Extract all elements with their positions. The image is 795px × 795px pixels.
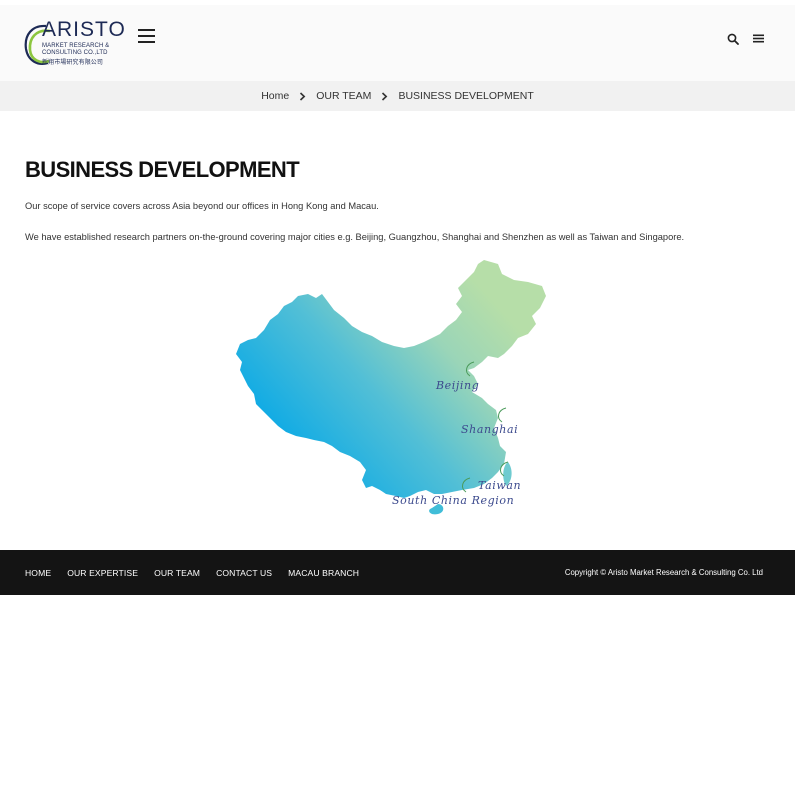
breadcrumb: Home OUR TEAM BUSINESS DEVELOPMENT [0,81,795,111]
logo-tagline-chinese: 新翔市場研究有限公司 [42,60,104,66]
map-label-beijing: Beijing [436,379,480,392]
chevron-right-icon [300,91,306,101]
footer-link-home[interactable]: HOME [25,568,51,578]
search-icon[interactable] [727,33,739,45]
menu-bars-icon[interactable] [753,33,764,44]
footer-nav: HOME OUR EXPERTISE OUR TEAM CONTACT US M… [25,550,375,595]
map-label-south-china: South China Region [392,494,515,507]
footer-link-our-team[interactable]: OUR TEAM [154,568,200,578]
hamburger-menu-icon[interactable] [138,29,155,43]
intro-paragraph: Our scope of service covers across Asia … [25,201,379,211]
breadcrumb-bar: Home OUR TEAM BUSINESS DEVELOPMENT [0,81,795,111]
site-header: ARISTO MARKET RESEARCH & CONSULTING CO.,… [0,5,795,81]
chevron-right-icon [382,91,388,101]
map-label-shanghai: Shanghai [461,423,519,436]
breadcrumb-current-page: BUSINESS DEVELOPMENT [398,90,534,102]
footer-link-our-expertise[interactable]: OUR EXPERTISE [67,568,138,578]
china-coverage-map: Beijing Shanghai Taiwan South China Regi… [236,258,548,518]
map-label-taiwan: Taiwan [478,479,522,492]
footer-link-macau-branch[interactable]: MACAU BRANCH [288,568,359,578]
site-footer: HOME OUR EXPERTISE OUR TEAM CONTACT US M… [0,550,795,595]
footer-link-contact-us[interactable]: CONTACT US [216,568,272,578]
logo-tagline-2: CONSULTING CO.,LTD [42,50,108,56]
breadcrumb-our-team-link[interactable]: OUR TEAM [316,90,371,102]
aristo-logo[interactable]: ARISTO MARKET RESEARCH & CONSULTING CO.,… [24,18,126,71]
page-title: BUSINESS DEVELOPMENT [25,157,300,182]
logo-tagline-1: MARKET RESEARCH & [42,43,110,49]
breadcrumb-home-link[interactable]: Home [261,90,289,102]
partners-paragraph: We have established research partners on… [25,232,685,242]
copyright-text: Copyright © Aristo Market Research & Con… [564,568,763,577]
logo-wordmark: ARISTO [42,18,126,41]
